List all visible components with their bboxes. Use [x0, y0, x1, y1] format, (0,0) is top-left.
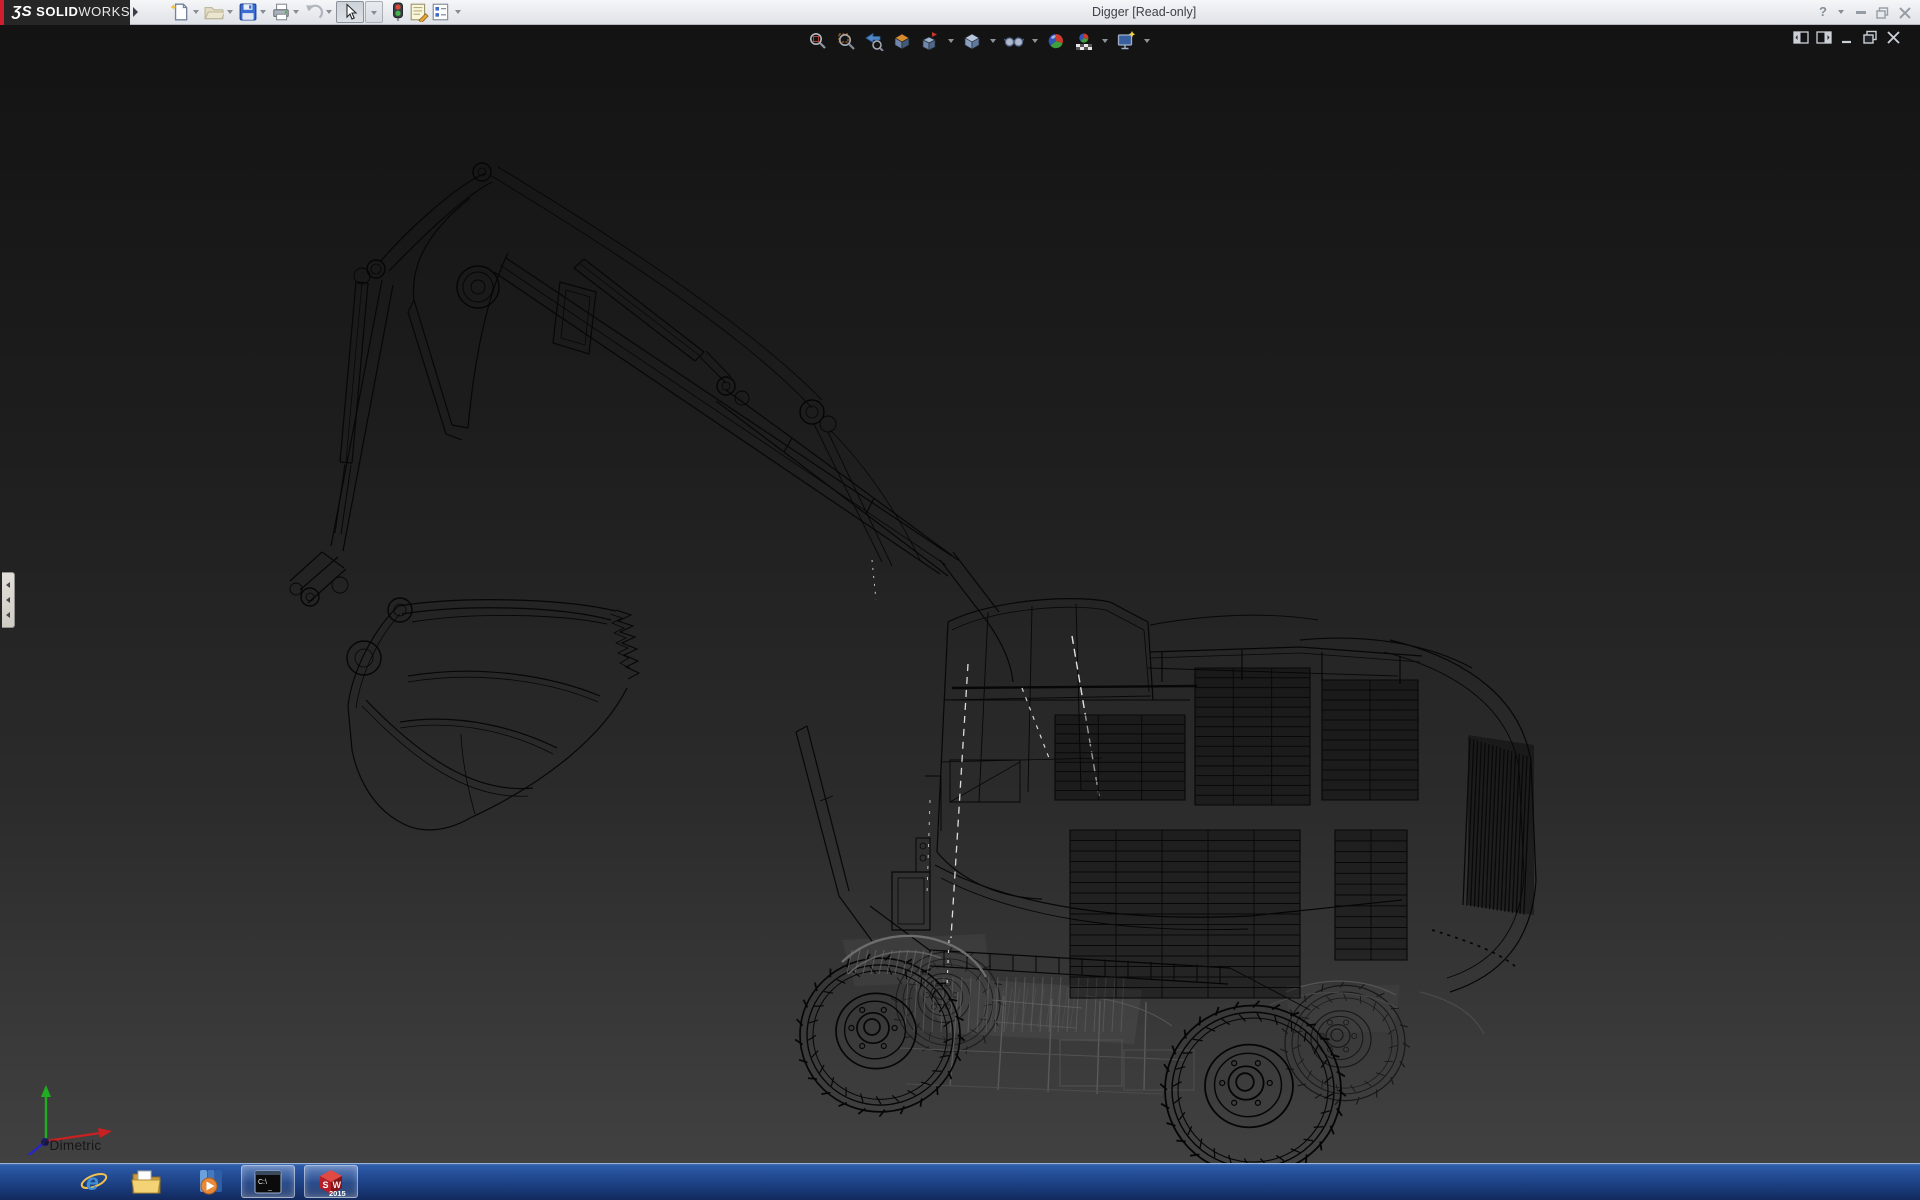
- print-dropdown-icon[interactable]: [293, 10, 299, 14]
- new-document-icon[interactable]: [170, 2, 190, 22]
- hide-show-items-dropdown-icon[interactable]: [1032, 39, 1038, 43]
- svg-text:e: e: [86, 1169, 99, 1195]
- window-title: Digger [Read-only]: [1092, 5, 1196, 19]
- options-icon[interactable]: [431, 2, 451, 22]
- zoom-to-fit-icon[interactable]: [807, 31, 829, 51]
- open-dropdown-icon[interactable]: [227, 10, 233, 14]
- model-viewport[interactable]: *Dimetric: [0, 25, 1920, 1163]
- apply-scene-dropdown-icon[interactable]: [1102, 39, 1108, 43]
- select-dropdown-icon: [371, 11, 377, 15]
- taskbar-command-prompt[interactable]: C:\ _: [241, 1165, 295, 1198]
- edit-appearance-icon[interactable]: [1045, 31, 1067, 51]
- file-properties-icon[interactable]: [409, 2, 429, 22]
- svg-text:2015: 2015: [329, 1189, 346, 1197]
- document-window-controls: [1787, 30, 1902, 45]
- undo-icon[interactable]: [304, 2, 324, 22]
- feature-tree-collapsed-tab[interactable]: [2, 572, 15, 628]
- menu-expand-arrow-icon[interactable]: [133, 7, 138, 17]
- collapse-arrow-icon: [6, 582, 10, 588]
- select-dropdown-button[interactable]: [365, 1, 383, 23]
- view-orientation-dropdown-icon[interactable]: [948, 39, 954, 43]
- logo-text-solid: SOLID: [36, 4, 78, 19]
- app-minimize-button[interactable]: [1856, 0, 1866, 25]
- doc-close-icon[interactable]: [1885, 30, 1902, 45]
- folder-icon: [131, 1168, 162, 1195]
- svg-text:C:\: C:\: [258, 1179, 267, 1186]
- svg-text:_: _: [267, 1184, 272, 1191]
- solidworks-logo-mark: ƷS: [12, 3, 32, 20]
- undo-dropdown-icon[interactable]: [326, 10, 332, 14]
- logo-red-stripe: [0, 0, 4, 25]
- solidworks-logo: ƷS SOLIDWORKS: [0, 0, 130, 25]
- split-pane-right-icon[interactable]: [1816, 30, 1833, 45]
- heads-up-view-toolbar: [804, 28, 1154, 54]
- doc-minimize-icon[interactable]: [1839, 30, 1856, 45]
- new-dropdown-icon[interactable]: [193, 10, 199, 14]
- save-dropdown-icon[interactable]: [260, 10, 266, 14]
- svg-text:S: S: [323, 1180, 329, 1190]
- display-style-icon[interactable]: [961, 31, 983, 51]
- previous-view-icon[interactable]: [863, 31, 885, 51]
- title-bar: ƷS SOLIDWORKS: [0, 0, 1920, 25]
- zoom-to-area-icon[interactable]: [835, 31, 857, 51]
- view-orientation-label: *Dimetric: [44, 1138, 101, 1153]
- section-view-icon[interactable]: [891, 31, 913, 51]
- select-tool-button[interactable]: [336, 1, 364, 23]
- open-document-icon[interactable]: [204, 2, 224, 22]
- app-close-button[interactable]: [1899, 0, 1911, 25]
- screen: ƷS SOLIDWORKS: [0, 0, 1920, 1200]
- collapse-arrow-icon: [6, 597, 10, 603]
- command-prompt-icon: C:\ _: [254, 1170, 282, 1194]
- help-button[interactable]: ?: [1819, 4, 1827, 19]
- solidworks-2015-icon: S W 2015: [316, 1167, 346, 1197]
- app-restore-button[interactable]: [1876, 0, 1889, 25]
- rebuild-icon[interactable]: [388, 2, 408, 22]
- taskbar-windows-explorer[interactable]: [126, 1165, 166, 1198]
- help-dropdown-icon[interactable]: [1838, 10, 1844, 14]
- select-cursor-icon: [341, 3, 359, 21]
- taskbar: e C:\ _: [0, 1163, 1920, 1200]
- view-settings-dropdown-icon[interactable]: [1144, 39, 1150, 43]
- save-icon[interactable]: [238, 2, 258, 22]
- apply-scene-icon[interactable]: [1073, 31, 1095, 51]
- digger-wireframe: [0, 25, 1920, 1163]
- print-icon[interactable]: [271, 2, 291, 22]
- taskbar-internet-explorer[interactable]: e: [74, 1165, 114, 1198]
- display-style-dropdown-icon[interactable]: [990, 39, 996, 43]
- taskbar-solidworks[interactable]: S W 2015: [304, 1165, 358, 1198]
- taskbar-media-player[interactable]: [190, 1165, 230, 1198]
- doc-restore-icon[interactable]: [1862, 30, 1879, 45]
- logo-text-works: WORKS: [78, 4, 130, 19]
- media-player-icon: [196, 1168, 225, 1196]
- internet-explorer-icon: e: [79, 1167, 109, 1197]
- view-orientation-icon[interactable]: [919, 31, 941, 51]
- split-pane-left-icon[interactable]: [1793, 30, 1810, 45]
- view-settings-icon[interactable]: [1115, 31, 1137, 51]
- hide-show-items-icon[interactable]: [1003, 31, 1025, 51]
- collapse-arrow-icon: [6, 612, 10, 618]
- options-dropdown-icon[interactable]: [455, 10, 461, 14]
